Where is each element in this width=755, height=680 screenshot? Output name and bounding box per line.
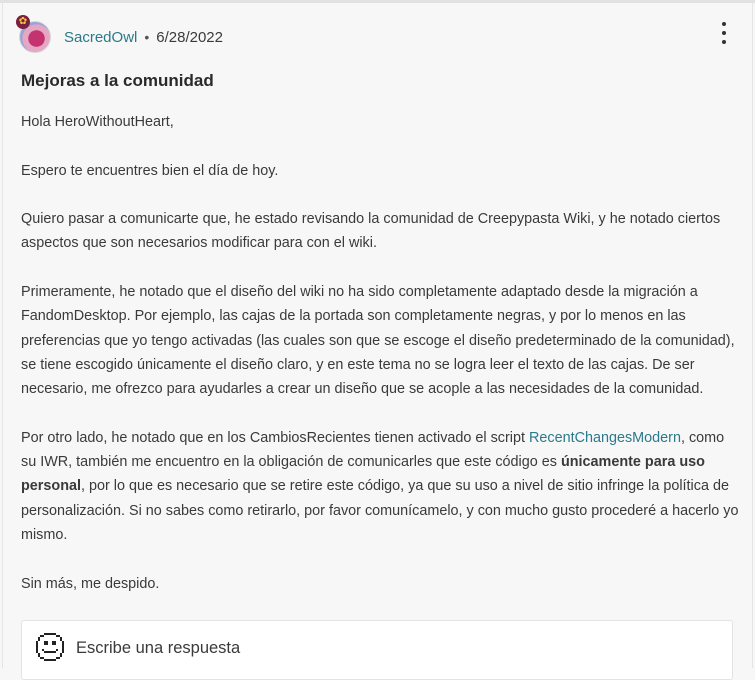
post-date: 6/28/2022 xyxy=(156,28,223,46)
menu-dot xyxy=(722,31,726,35)
post-header: ✿ SacredOwl • 6/28/2022 xyxy=(16,15,223,57)
paragraph-4-text-a: Por otro lado, he notado que en los Camb… xyxy=(21,429,529,446)
paragraph-4-text-c: , por lo que es necesario que se retire … xyxy=(21,478,739,544)
post-card: ✿ SacredOwl • 6/28/2022 Mejoras a la com… xyxy=(2,3,753,680)
pixel-smiley-icon xyxy=(36,633,64,661)
avatar[interactable]: ✿ xyxy=(16,15,51,53)
more-options-icon[interactable] xyxy=(718,22,730,44)
post-body: Hola HeroWithoutHeart, Espero te encuent… xyxy=(21,110,741,620)
author-name[interactable]: SacredOwl xyxy=(64,29,137,46)
flower-badge-icon: ✿ xyxy=(16,15,30,29)
recentchangesmodern-link[interactable]: RecentChangesModern xyxy=(529,430,681,446)
paragraph-1: Espero te encuentres bien el día de hoy. xyxy=(21,162,279,179)
paragraph-2: Quiero pasar a comunicarte que, he estad… xyxy=(21,211,721,252)
meta-separator: • xyxy=(144,29,150,45)
greeting-paragraph: Hola HeroWithoutHeart, xyxy=(21,114,174,130)
reply-placeholder: Escribe una respuesta xyxy=(76,639,241,657)
paragraph-4: Por otro lado, he notado que en los Camb… xyxy=(21,426,741,547)
menu-dot xyxy=(722,22,726,26)
paragraph-3: Primeramente, he notado que el diseño de… xyxy=(21,284,735,398)
closing-paragraph: Sin más, me despido. xyxy=(21,575,160,592)
menu-dot xyxy=(722,40,726,44)
post-title: Mejoras a la comunidad xyxy=(21,71,214,90)
reply-box[interactable]: Escribe una respuesta xyxy=(21,620,733,680)
